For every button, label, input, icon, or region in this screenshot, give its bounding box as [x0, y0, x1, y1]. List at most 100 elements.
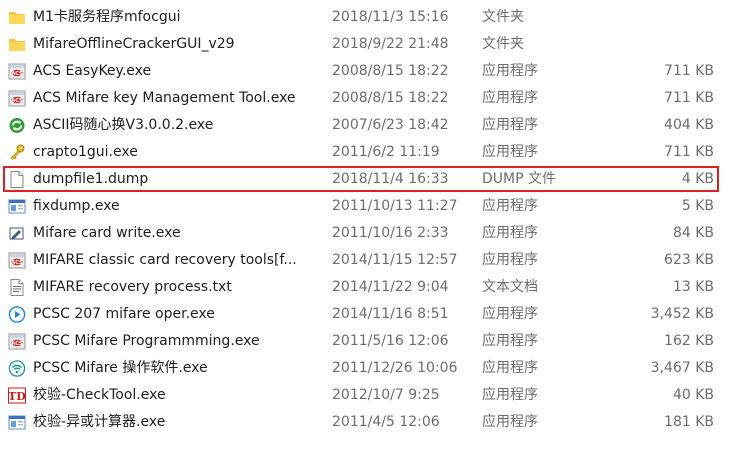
card-write-icon — [8, 225, 26, 242]
file-size: 4 KB — [681, 171, 714, 187]
acs-app-icon: ACS — [8, 63, 26, 80]
folder-icon — [8, 36, 26, 53]
file-name: crapto1gui.exe — [33, 144, 138, 160]
file-size: 181 KB — [664, 414, 714, 430]
svg-text:ACS: ACS — [11, 98, 23, 104]
file-name: ACS Mifare key Management Tool.exe — [33, 90, 296, 106]
file-size: 623 KB — [664, 252, 714, 268]
file-date-modified: 2007/6/23 18:42 — [332, 117, 449, 133]
file-date-modified: 2012/10/7 9:25 — [332, 387, 440, 403]
file-type: 应用程序 — [482, 306, 538, 322]
file-row[interactable]: MIFARE recovery process.txt 2014/11/22 9:… — [0, 274, 754, 301]
file-date-modified: 2018/11/4 16:33 — [332, 171, 449, 187]
file-name: 校验-异或计算器.exe — [33, 414, 166, 430]
file-date-modified: 2011/10/13 11:27 — [332, 198, 458, 214]
text-file-icon — [8, 279, 26, 296]
file-type: 应用程序 — [482, 360, 538, 376]
file-row[interactable]: PCSC Mifare 操作软件.exe 2011/12/26 10:06 应用程序… — [0, 355, 754, 382]
file-date-modified: 2018/11/3 15:16 — [332, 9, 449, 25]
file-row[interactable]: ASCII码随心换V3.0.0.2.exe 2007/6/23 18:42 应用程序… — [0, 112, 754, 139]
file-date-modified: 2008/8/15 18:22 — [332, 63, 449, 79]
file-date-modified: 2014/11/16 8:51 — [332, 306, 449, 322]
file-row[interactable]: TD 校验-CheckTool.exe 2012/10/7 9:25 应用程序 40 K… — [0, 382, 754, 409]
file-type: 应用程序 — [482, 90, 538, 106]
file-size: 711 KB — [664, 90, 714, 106]
file-date-modified: 2011/12/26 10:06 — [332, 360, 458, 376]
file-size: 13 KB — [672, 279, 714, 295]
file-type: 应用程序 — [482, 252, 538, 268]
file-row[interactable]: M1卡服务程序mfocgui 2018/11/3 15:16 文件夹 — [0, 4, 754, 31]
file-row[interactable]: MifareOfflineCrackerGUI_v29 2018/9/22 21:… — [0, 31, 754, 58]
file-size: 404 KB — [664, 117, 714, 133]
td-icon: TD — [8, 387, 26, 404]
file-size: 84 KB — [672, 225, 714, 241]
file-row[interactable]: ACS ACS Mifare key Management Tool.exe 200… — [0, 85, 754, 112]
file-type: 文件夹 — [482, 36, 524, 52]
app-window-icon — [8, 414, 26, 431]
file-row[interactable]: PCSC 207 mifare oper.exe 2014/11/16 8:51 应… — [0, 301, 754, 328]
file-type: 应用程序 — [482, 414, 538, 430]
play-icon — [8, 306, 26, 323]
file-name: MIFARE classic card recovery tools[f... — [33, 252, 297, 268]
file-name: dumpfile1.dump — [33, 171, 149, 187]
file-name: ACS EasyKey.exe — [33, 63, 152, 79]
acs-app-icon: ACS — [8, 252, 26, 269]
file-date-modified: 2011/10/16 2:33 — [332, 225, 449, 241]
file-name: fixdump.exe — [33, 198, 120, 214]
file-date-modified: 2011/4/5 12:06 — [332, 414, 440, 430]
file-size: 5 KB — [681, 198, 714, 214]
file-type: 应用程序 — [482, 225, 538, 241]
file-list: M1卡服务程序mfocgui 2018/11/3 15:16 文件夹 MifareOf… — [0, 4, 754, 436]
svg-text:TD: TD — [8, 390, 26, 403]
file-row[interactable]: 校验-异或计算器.exe 2011/4/5 12:06 应用程序 181 KB — [0, 409, 754, 436]
file-date-modified: 2014/11/15 12:57 — [332, 252, 458, 268]
file-size: 162 KB — [664, 333, 714, 349]
file-name: ASCII码随心换V3.0.0.2.exe — [33, 117, 214, 133]
file-type: 文本文档 — [482, 279, 538, 295]
file-row[interactable]: fixdump.exe 2011/10/13 11:27 应用程序 5 KB — [0, 193, 754, 220]
blank-file-icon — [8, 171, 26, 188]
file-row[interactable]: ACS MIFARE classic card recovery tools[f.… — [0, 247, 754, 274]
acs-app-icon: ACS — [8, 333, 26, 350]
file-type: 应用程序 — [482, 117, 538, 133]
file-type: 文件夹 — [482, 9, 524, 25]
file-name: 校验-CheckTool.exe — [33, 387, 166, 403]
file-size: 711 KB — [664, 144, 714, 160]
file-size: 40 KB — [672, 387, 714, 403]
app-window-icon — [8, 198, 26, 215]
green-refresh-icon — [8, 117, 26, 134]
wireless-icon — [8, 360, 26, 377]
file-date-modified: 2014/11/22 9:04 — [332, 279, 449, 295]
file-name: MIFARE recovery process.txt — [33, 279, 232, 295]
file-type: 应用程序 — [482, 198, 538, 214]
file-name: M1卡服务程序mfocgui — [33, 9, 181, 25]
file-row[interactable]: Mifare card write.exe 2011/10/16 2:33 应用程序… — [0, 220, 754, 247]
acs-app-icon: ACS — [8, 90, 26, 107]
file-date-modified: 2011/5/16 12:06 — [332, 333, 449, 349]
folder-icon — [8, 9, 26, 26]
key-icon — [8, 144, 26, 161]
file-size: 3,452 KB — [650, 306, 714, 322]
file-name: MifareOfflineCrackerGUI_v29 — [33, 36, 235, 52]
svg-text:ACS: ACS — [11, 71, 23, 77]
file-name: PCSC Mifare 操作软件.exe — [33, 360, 208, 376]
file-date-modified: 2011/6/2 11:19 — [332, 144, 440, 160]
file-size: 3,467 KB — [650, 360, 714, 376]
file-type: 应用程序 — [482, 63, 538, 79]
file-type: 应用程序 — [482, 333, 538, 349]
file-name: PCSC Mifare Programmming.exe — [33, 333, 260, 349]
file-type: 应用程序 — [482, 144, 538, 160]
file-type: DUMP 文件 — [482, 171, 556, 187]
svg-text:ACS: ACS — [11, 260, 23, 266]
file-row[interactable]: ACS ACS EasyKey.exe 2008/8/15 18:22 应用程序 711… — [0, 58, 754, 85]
file-name: PCSC 207 mifare oper.exe — [33, 306, 215, 322]
file-row[interactable]: crapto1gui.exe 2011/6/2 11:19 应用程序 711 KB — [0, 139, 754, 166]
file-date-modified: 2008/8/15 18:22 — [332, 90, 449, 106]
file-name: Mifare card write.exe — [33, 225, 181, 241]
file-date-modified: 2018/9/22 21:48 — [332, 36, 449, 52]
file-row[interactable]: ACS PCSC Mifare Programmming.exe 2011/5/16… — [0, 328, 754, 355]
file-row[interactable]: dumpfile1.dump 2018/11/4 16:33 DUMP 文件 4 KB — [0, 166, 754, 193]
file-type: 应用程序 — [482, 387, 538, 403]
svg-text:ACS: ACS — [11, 341, 23, 347]
file-size: 711 KB — [664, 63, 714, 79]
